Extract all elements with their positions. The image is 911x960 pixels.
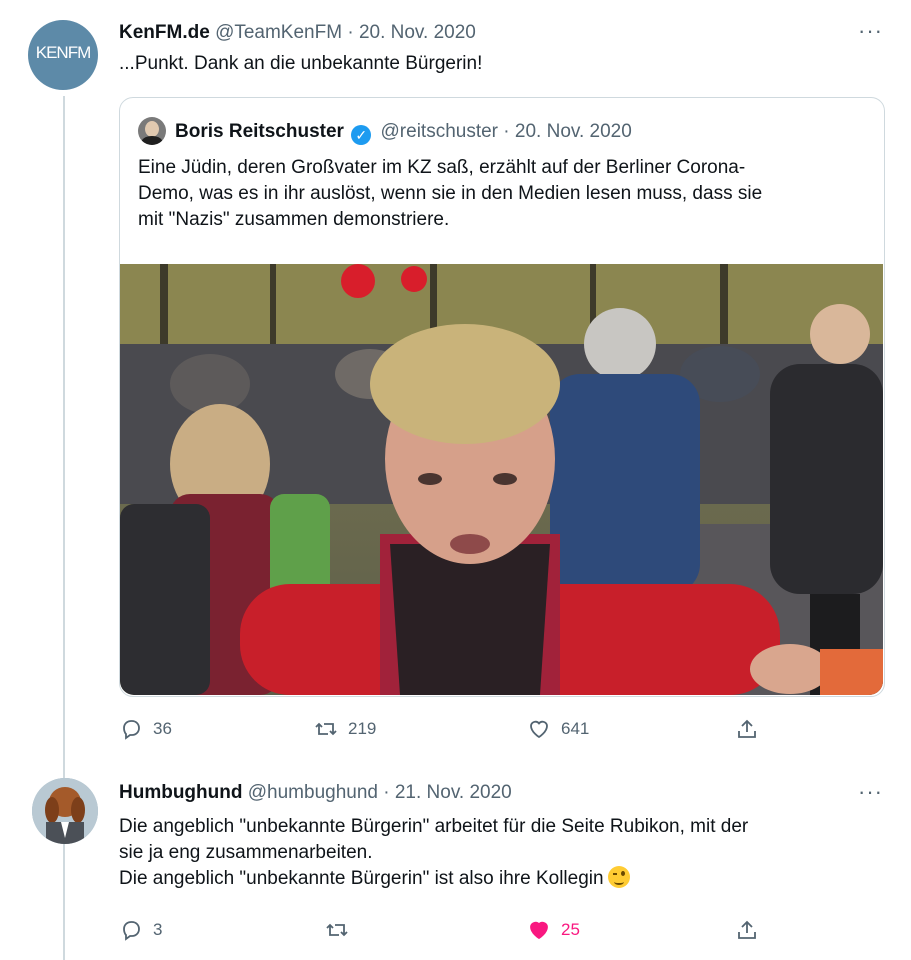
verified-badge-icon: ✓ xyxy=(351,125,372,145)
author-name[interactable]: KenFM.de xyxy=(119,22,210,43)
like-count: 25 xyxy=(561,920,580,939)
separator-dot: · xyxy=(503,121,510,142)
reply-button[interactable]: 36 xyxy=(119,717,172,741)
tweet-text-line: Die angeblich "unbekannte Bürgerin" arbe… xyxy=(119,816,749,837)
winking-face-emoji-icon xyxy=(607,866,630,888)
like-count: 641 xyxy=(561,719,590,738)
quoted-author-name[interactable]: Boris Reitschuster xyxy=(175,121,344,142)
reply-icon xyxy=(123,921,140,941)
like-button[interactable]: 25 xyxy=(527,918,580,942)
like-button[interactable]: 641 xyxy=(527,717,589,741)
heart-icon xyxy=(530,720,548,739)
share-button[interactable] xyxy=(735,717,769,741)
more-options-icon[interactable]: ··· xyxy=(858,18,883,44)
dog-avatar-image xyxy=(32,778,98,844)
kenfm-avatar[interactable]: KENFM xyxy=(28,20,98,90)
video-thumbnail[interactable] xyxy=(120,264,883,695)
crowd-photo xyxy=(120,264,883,695)
heart-filled-icon xyxy=(530,921,548,940)
share-icon xyxy=(738,719,756,738)
retweet-icon xyxy=(315,722,337,736)
tweet-text-line: Die angeblich "unbekannte Bürgerin" ist … xyxy=(119,866,899,892)
share-button[interactable] xyxy=(735,918,769,942)
quoted-tweet-header: Boris Reitschuster ✓ @reitschuster · 20.… xyxy=(175,121,632,145)
reply-icon xyxy=(123,720,140,740)
more-options-icon[interactable]: ··· xyxy=(858,779,883,805)
tweet-text: ...Punkt. Dank an die unbekannte Bürgeri… xyxy=(119,53,483,74)
retweet-count: 219 xyxy=(348,719,377,738)
tweet-text-line: sie ja eng zusammenarbeiten. xyxy=(119,842,373,863)
tweet-text-line-content: Die angeblich "unbekannte Bürgerin" ist … xyxy=(119,868,604,889)
reply-count: 3 xyxy=(153,920,163,939)
quoted-text-line: mit "Nazis" zusammen demonstriere. xyxy=(138,209,450,230)
tweet-date[interactable]: 20. Nov. 2020 xyxy=(359,22,476,43)
tweet-date[interactable]: 21. Nov. 2020 xyxy=(395,782,512,803)
avatar-logo-text: KENFM xyxy=(35,43,92,62)
quoted-author-avatar[interactable] xyxy=(138,117,166,145)
separator-dot: · xyxy=(347,22,354,43)
quoted-tweet-date[interactable]: 20. Nov. 2020 xyxy=(515,121,632,142)
author-handle[interactable]: @TeamKenFM xyxy=(215,22,342,43)
share-icon xyxy=(738,920,756,939)
retweet-button[interactable]: 219 xyxy=(314,717,376,741)
retweet-button[interactable] xyxy=(325,918,359,942)
author-handle[interactable]: @humbughund xyxy=(248,782,378,803)
author-name[interactable]: Humbughund xyxy=(119,782,242,803)
humbughund-avatar[interactable] xyxy=(32,778,98,844)
quoted-text-line: Demo, was es in ihr auslöst, wenn sie in… xyxy=(138,183,763,204)
quoted-tweet-text: Eine Jüdin, deren Großvater im KZ saß, e… xyxy=(138,155,878,233)
separator-dot: · xyxy=(383,782,390,803)
tweet1-header: KenFM.de @TeamKenFM · 20. Nov. 2020 xyxy=(119,22,476,44)
retweet-icon xyxy=(326,923,348,937)
quoted-author-handle[interactable]: @reitschuster xyxy=(381,121,499,142)
tweet-text: Die angeblich "unbekannte Bürgerin" arbe… xyxy=(119,814,899,892)
quoted-text-line: Eine Jüdin, deren Großvater im KZ saß, e… xyxy=(138,157,746,178)
reply-button[interactable]: 3 xyxy=(119,918,162,942)
reply-count: 36 xyxy=(153,719,172,738)
tweet2-header: Humbughund @humbughund · 21. Nov. 2020 xyxy=(119,782,512,804)
